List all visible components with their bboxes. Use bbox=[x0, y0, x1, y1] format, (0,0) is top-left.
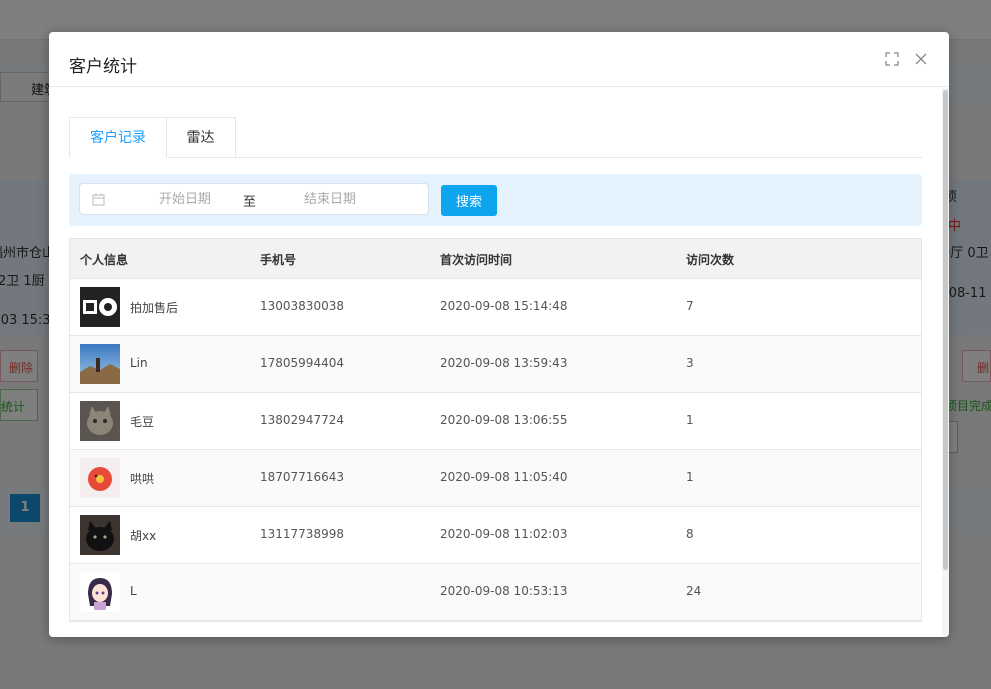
visit-count: 8 bbox=[686, 527, 694, 541]
avatar-landscape bbox=[80, 344, 120, 384]
header-first-visit: 首次访问时间 bbox=[440, 253, 513, 267]
customer-name: 毛豆 bbox=[130, 415, 155, 429]
modal-scrollbar[interactable] bbox=[942, 88, 949, 637]
end-date-input[interactable] bbox=[275, 184, 385, 214]
avatar-red-bird bbox=[80, 458, 120, 498]
tab-bar: 客户记录 雷达 bbox=[69, 117, 922, 158]
table-row[interactable]: 哄哄 18707716643 2020-09-08 11:05:40 1 bbox=[70, 450, 921, 507]
customer-phone: 13003830038 bbox=[260, 299, 344, 313]
customer-phone: 17805994404 bbox=[260, 356, 344, 370]
maximize-icon[interactable] bbox=[884, 51, 900, 67]
table-header: 个人信息 手机号 首次访问时间 访问次数 bbox=[70, 239, 921, 279]
customer-name: L bbox=[130, 584, 137, 598]
first-visit-time: 2020-09-08 15:14:48 bbox=[440, 299, 568, 313]
first-visit-time: 2020-09-08 13:59:43 bbox=[440, 356, 568, 370]
search-button[interactable]: 搜索 bbox=[441, 185, 497, 216]
first-visit-time: 2020-09-08 13:06:55 bbox=[440, 413, 568, 427]
header-phone: 手机号 bbox=[260, 253, 297, 267]
calendar-icon bbox=[92, 193, 105, 206]
modal-body: 客户记录 雷达 至 搜索 个人信息 手机号 首次访问时间 访问次数 bbox=[49, 88, 942, 637]
avatar-anime-girl bbox=[80, 572, 120, 612]
customer-name: 哄哄 bbox=[130, 472, 155, 486]
header-visit-count: 访问次数 bbox=[686, 253, 735, 267]
header-personal-info: 个人信息 bbox=[80, 253, 129, 267]
table-row[interactable]: 胡xx 13117738998 2020-09-08 11:02:03 8 bbox=[70, 507, 921, 564]
customer-phone: 13802947724 bbox=[260, 413, 344, 427]
scrollbar-thumb[interactable] bbox=[943, 90, 948, 570]
customer-name: Lin bbox=[130, 356, 148, 370]
customer-name: 拍加售后 bbox=[130, 301, 179, 315]
table-row[interactable]: 毛豆 13802947724 2020-09-08 13:06:55 1 bbox=[70, 393, 921, 450]
table-row[interactable]: Lin 17805994404 2020-09-08 13:59:43 3 bbox=[70, 336, 921, 393]
date-range-picker[interactable]: 至 bbox=[79, 183, 429, 215]
visit-count: 1 bbox=[686, 413, 694, 427]
customer-phone: 18707716643 bbox=[260, 470, 344, 484]
visit-count: 7 bbox=[686, 299, 694, 313]
avatar-black-cat bbox=[80, 515, 120, 555]
visit-count: 1 bbox=[686, 470, 694, 484]
tab-radar[interactable]: 雷达 bbox=[166, 117, 236, 158]
first-visit-time: 2020-09-08 10:53:13 bbox=[440, 584, 568, 598]
visit-count: 3 bbox=[686, 356, 694, 370]
search-bar: 至 搜索 bbox=[69, 174, 922, 226]
avatar-paijia bbox=[80, 287, 120, 327]
modal-header: 客户统计 bbox=[49, 32, 949, 87]
close-icon[interactable] bbox=[913, 51, 929, 67]
customer-name: 胡xx bbox=[130, 529, 157, 543]
customer-stats-modal: 客户统计 客户记录 雷达 至 搜索 个人信息 bbox=[49, 32, 949, 637]
tab-customer-records[interactable]: 客户记录 bbox=[69, 117, 167, 158]
date-separator: 至 bbox=[243, 195, 257, 210]
first-visit-time: 2020-09-08 11:02:03 bbox=[440, 527, 568, 541]
modal-title: 客户统计 bbox=[69, 57, 137, 77]
avatar-cat bbox=[80, 401, 120, 441]
customer-phone: 13117738998 bbox=[260, 527, 344, 541]
start-date-input[interactable] bbox=[130, 184, 240, 214]
customer-table: 个人信息 手机号 首次访问时间 访问次数 拍加售后 13003830038 20… bbox=[69, 238, 922, 622]
table-row[interactable]: L 2020-09-08 10:53:13 24 bbox=[70, 564, 921, 621]
table-row[interactable]: 拍加售后 13003830038 2020-09-08 15:14:48 7 bbox=[70, 279, 921, 336]
visit-count: 24 bbox=[686, 584, 702, 598]
first-visit-time: 2020-09-08 11:05:40 bbox=[440, 470, 568, 484]
